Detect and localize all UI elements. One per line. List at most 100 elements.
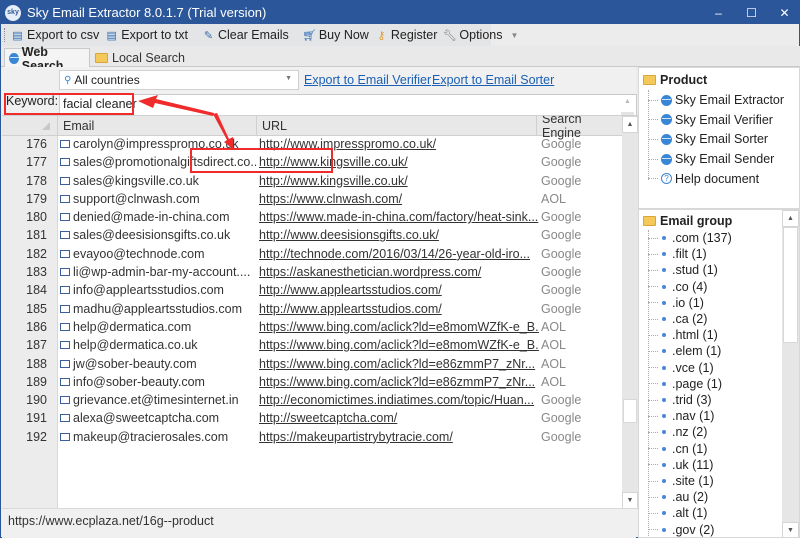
table-row[interactable]: 191 alexa@sweetcaptcha.com http://sweetcap… xyxy=(2,410,622,428)
table-row[interactable]: 185 madhu@appleartsstudios.com http://www.… xyxy=(2,301,622,319)
scroll-up-icon[interactable]: ▲ xyxy=(622,116,638,133)
toolbar-grip[interactable] xyxy=(4,28,5,42)
clear-emails-button[interactable]: ✎ Clear Emails xyxy=(199,25,292,45)
email-cell[interactable]: sales@kingsville.co.uk xyxy=(60,174,256,188)
tab-web-search[interactable]: Web Search xyxy=(4,45,90,73)
email-group-item[interactable]: .site (1) xyxy=(648,474,714,488)
email-cell[interactable]: evayoo@technode.com xyxy=(60,247,256,261)
email-group-item[interactable]: .html (1) xyxy=(648,328,718,342)
url-link[interactable]: http://sweetcaptcha.com/ xyxy=(259,411,539,425)
email-group-item[interactable]: .gov (2) xyxy=(648,523,714,537)
scroll-up-icon[interactable]: ▲ xyxy=(624,98,631,105)
email-cell[interactable]: help@dermatica.com xyxy=(60,320,256,334)
scroll-thumb[interactable] xyxy=(783,227,798,343)
email-cell[interactable]: help@dermatica.co.uk xyxy=(60,338,256,352)
email-cell[interactable]: li@wp-admin-bar-my-account.... xyxy=(60,265,256,279)
email-cell[interactable]: madhu@appleartsstudios.com xyxy=(60,302,256,316)
maximize-button[interactable]: ☐ xyxy=(735,1,768,24)
product-item[interactable]: Sky Email Sender xyxy=(648,152,774,166)
url-link[interactable]: https://www.clnwash.com/ xyxy=(259,192,539,206)
table-row[interactable]: 186 help@dermatica.com https://www.bing.co… xyxy=(2,319,622,337)
email-cell[interactable]: makeup@tracierosales.com xyxy=(60,430,256,444)
product-item[interactable]: Sky Email Verifier xyxy=(648,113,773,127)
options-button[interactable]: 🔧︎ Options ▼ xyxy=(440,25,521,45)
url-link[interactable]: http://technode.com/2016/03/14/26-year-o… xyxy=(259,247,539,261)
url-link[interactable]: https://www.bing.com/aclick?ld=e8momWZfK… xyxy=(259,338,539,352)
email-group-item[interactable]: .au (2) xyxy=(648,490,708,504)
country-select[interactable]: ⚲ All countries ▼ xyxy=(59,70,299,90)
email-cell[interactable]: info@appleartsstudios.com xyxy=(60,283,256,297)
buy-now-button[interactable]: 🛒︎ Buy Now xyxy=(300,25,372,45)
email-group[interactable]: Email group xyxy=(643,214,732,228)
table-row[interactable]: 183 li@wp-admin-bar-my-account.... https:/… xyxy=(2,264,622,282)
email-group-item[interactable]: .vce (1) xyxy=(648,361,714,375)
email-group-item[interactable]: .nz (2) xyxy=(648,425,707,439)
product-item[interactable]: ? Help document xyxy=(648,172,759,186)
product-item[interactable]: Sky Email Extractor xyxy=(648,93,784,107)
email-group-item[interactable]: .alt (1) xyxy=(648,506,707,520)
column-header-url[interactable]: URL xyxy=(257,116,537,136)
export-to-email-verifier-link[interactable]: Export to Email Verifier xyxy=(304,73,431,87)
table-row[interactable]: 184 info@appleartsstudios.com http://www.a… xyxy=(2,282,622,300)
email-group-item[interactable]: .trid (3) xyxy=(648,393,712,407)
email-group-item[interactable]: .io (1) xyxy=(648,296,704,310)
close-button[interactable]: ✕ xyxy=(768,1,800,24)
table-row[interactable]: 190 grievance.et@timesinternet.in http://e… xyxy=(2,392,622,410)
email-cell[interactable]: support@clnwash.com xyxy=(60,192,256,206)
corner-header[interactable] xyxy=(2,116,58,136)
export-csv-button[interactable]: ▤ Export to csv xyxy=(8,25,102,45)
table-scrollbar[interactable]: ▲ ▼ xyxy=(622,116,638,508)
url-link[interactable]: http://www.appleartsstudios.com/ xyxy=(259,283,539,297)
email-group-item[interactable]: .page (1) xyxy=(648,377,722,391)
email-cell[interactable]: grievance.et@timesinternet.in xyxy=(60,393,256,407)
email-group-item[interactable]: .cn (1) xyxy=(648,442,707,456)
scroll-up-icon[interactable]: ▲ xyxy=(782,210,799,227)
url-link[interactable]: http://economictimes.indiatimes.com/topi… xyxy=(259,393,539,407)
table-row[interactable]: 188 jw@sober-beauty.com https://www.bing.c… xyxy=(2,356,622,374)
sidebar-scrollbar[interactable]: ▲ ▼ xyxy=(782,210,799,537)
column-header-search-engine[interactable]: Search Engine xyxy=(537,116,622,140)
tab-local-search[interactable]: Local Search xyxy=(91,48,189,67)
url-link[interactable]: http://www.appleartsstudios.com/ xyxy=(259,302,539,316)
table-row[interactable]: 179 support@clnwash.com https://www.clnwas… xyxy=(2,191,622,209)
email-group-item[interactable]: .co (4) xyxy=(648,280,707,294)
product-item[interactable]: Sky Email Sorter xyxy=(648,132,768,146)
url-link[interactable]: https://askanesthetician.wordpress.com/ xyxy=(259,265,539,279)
url-link[interactable]: https://www.bing.com/aclick?ld=e86zmmP7_… xyxy=(259,375,539,389)
register-button[interactable]: ⚷ Register xyxy=(372,25,441,45)
email-group-item[interactable]: .com (137) xyxy=(648,231,732,245)
table-row[interactable]: 192 makeup@tracierosales.com https://makeu… xyxy=(2,429,622,447)
column-header-email[interactable]: Email xyxy=(58,116,257,136)
email-group-item[interactable]: .stud (1) xyxy=(648,263,718,277)
status-highlight-box xyxy=(190,148,333,173)
url-link[interactable]: https://www.bing.com/aclick?ld=e86zmmP7_… xyxy=(259,357,539,371)
table-row[interactable]: 187 help@dermatica.co.uk https://www.bing.… xyxy=(2,337,622,355)
email-group-item[interactable]: .elem (1) xyxy=(648,344,721,358)
minimize-button[interactable]: ‒ xyxy=(702,1,735,24)
url-link[interactable]: https://www.bing.com/aclick?ld=e8momWZfK… xyxy=(259,320,539,334)
email-group-item[interactable]: .filt (1) xyxy=(648,247,707,261)
email-cell[interactable]: jw@sober-beauty.com xyxy=(60,357,256,371)
email-cell[interactable]: sales@deesisionsgifts.co.uk xyxy=(60,228,256,242)
email-cell[interactable]: alexa@sweetcaptcha.com xyxy=(60,411,256,425)
export-txt-button[interactable]: ▤ Export to txt xyxy=(102,25,191,45)
email-group-item[interactable]: .ca (2) xyxy=(648,312,707,326)
email-group-item[interactable]: .nav (1) xyxy=(648,409,714,423)
scroll-down-icon[interactable]: ▼ xyxy=(782,522,799,537)
url-link[interactable]: https://www.made-in-china.com/factory/he… xyxy=(259,210,539,224)
url-link[interactable]: http://www.deesisionsgifts.co.uk/ xyxy=(259,228,539,242)
email-cell[interactable]: info@sober-beauty.com xyxy=(60,375,256,389)
email-cell[interactable]: denied@made-in-china.com xyxy=(60,210,256,224)
table-row[interactable]: 178 sales@kingsville.co.uk http://www.king… xyxy=(2,173,622,191)
table-row[interactable]: 180 denied@made-in-china.com https://www.m… xyxy=(2,209,622,227)
table-row[interactable]: 182 evayoo@technode.com http://technode.co… xyxy=(2,246,622,264)
table-row[interactable]: 181 sales@deesisionsgifts.co.uk http://www… xyxy=(2,227,622,245)
scroll-thumb[interactable] xyxy=(623,399,637,423)
table-row[interactable]: 189 info@sober-beauty.com https://www.bing… xyxy=(2,374,622,392)
url-link[interactable]: http://www.kingsville.co.uk/ xyxy=(259,174,539,188)
product-group[interactable]: Product xyxy=(643,73,707,87)
email-group-item[interactable]: .uk (11) xyxy=(648,458,713,472)
scroll-down-icon[interactable]: ▼ xyxy=(622,492,638,508)
export-to-email-sorter-link[interactable]: Export to Email Sorter xyxy=(432,73,554,87)
url-link[interactable]: https://makeupartistrybytracie.com/ xyxy=(259,430,539,444)
